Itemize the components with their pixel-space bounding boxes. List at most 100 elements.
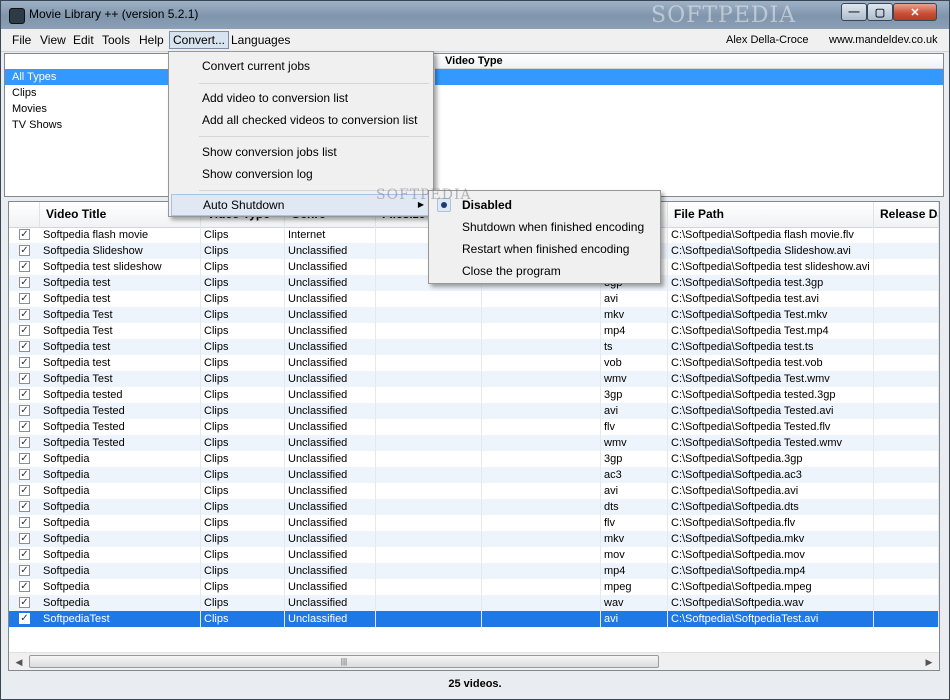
row-checkbox[interactable]: ✓ bbox=[19, 245, 30, 256]
cell-empty bbox=[482, 355, 601, 371]
cell-release-date bbox=[874, 563, 939, 579]
cell-file-path: C:\Softpedia\Softpedia.3gp bbox=[668, 451, 874, 467]
horizontal-scrollbar[interactable]: ◀ ||| ▶ bbox=[9, 652, 939, 670]
cell-extension: wmv bbox=[601, 435, 668, 451]
cell-file-path: C:\Softpedia\Softpedia test.3gp bbox=[668, 275, 874, 291]
cell-release-date bbox=[874, 419, 939, 435]
table-row[interactable]: ✓ Softpedia Tested Clips Unclassified avi C:\… bbox=[9, 403, 939, 419]
row-checkbox[interactable]: ✓ bbox=[19, 453, 30, 464]
cell-file-path: C:\Softpedia\Softpedia flash movie.flv bbox=[668, 227, 874, 243]
row-checkbox[interactable]: ✓ bbox=[19, 533, 30, 544]
type-item-tv-shows[interactable]: TV Shows bbox=[5, 117, 170, 133]
row-checkbox[interactable]: ✓ bbox=[19, 341, 30, 352]
col-release-date[interactable]: Release Date bbox=[874, 202, 939, 227]
cell-type: Clips bbox=[201, 531, 285, 547]
row-checkbox[interactable]: ✓ bbox=[19, 581, 30, 592]
video-type-selected-row[interactable] bbox=[435, 69, 943, 85]
menu-tools[interactable]: Tools bbox=[99, 31, 133, 49]
row-checkbox[interactable]: ✓ bbox=[19, 565, 30, 576]
table-row[interactable]: ✓ Softpedia Clips Unclassified ac3 C:\Softped… bbox=[9, 467, 939, 483]
menu-show-conversion-log[interactable]: Show conversion log bbox=[171, 163, 431, 185]
menu-edit[interactable]: Edit bbox=[70, 31, 97, 49]
menu-add-all-checked[interactable]: Add all checked videos to conversion lis… bbox=[171, 109, 431, 131]
menu-view[interactable]: View bbox=[37, 31, 69, 49]
menu-convert[interactable]: Convert... bbox=[169, 31, 230, 49]
cell-extension: wmv bbox=[601, 371, 668, 387]
table-row[interactable]: ✓ Softpedia Clips Unclassified 3gp C:\Softped… bbox=[9, 451, 939, 467]
shutdown-option-shutdown[interactable]: Shutdown when finished encoding bbox=[431, 216, 658, 238]
row-checkbox[interactable]: ✓ bbox=[19, 389, 30, 400]
scroll-right-icon[interactable]: ▶ bbox=[921, 654, 937, 670]
row-checkbox[interactable]: ✓ bbox=[19, 421, 30, 432]
table-row[interactable]: ✓ Softpedia Test Clips Unclassified mkv C:\So… bbox=[9, 307, 939, 323]
table-row[interactable]: ✓ Softpedia Test Clips Unclassified wmv C:\So… bbox=[9, 371, 939, 387]
cell-filesize bbox=[376, 611, 482, 627]
table-row[interactable]: ✓ Softpedia Tested Clips Unclassified wmv C:\… bbox=[9, 435, 939, 451]
cell-genre: Unclassified bbox=[285, 611, 376, 627]
cell-filesize bbox=[376, 323, 482, 339]
type-item-all[interactable]: All Types bbox=[5, 69, 170, 85]
menu-add-video-to-list[interactable]: Add video to conversion list bbox=[171, 87, 431, 109]
menu-file[interactable]: File bbox=[9, 31, 34, 49]
row-checkbox[interactable]: ✓ bbox=[19, 229, 30, 240]
scroll-thumb[interactable]: ||| bbox=[29, 655, 659, 668]
video-type-list[interactable]: All Types Clips Movies TV Shows bbox=[5, 54, 170, 196]
table-row[interactable]: ✓ Softpedia Clips Unclassified mkv C:\Softped… bbox=[9, 531, 939, 547]
table-row[interactable]: ✓ Softpedia Test Clips Unclassified mp4 C:\So… bbox=[9, 323, 939, 339]
cell-extension: 3gp bbox=[601, 451, 668, 467]
row-checkbox[interactable]: ✓ bbox=[19, 309, 30, 320]
table-row[interactable]: ✓ Softpedia Clips Unclassified mov C:\Softped… bbox=[9, 547, 939, 563]
cell-title: Softpedia tested bbox=[40, 387, 201, 403]
row-checkbox[interactable]: ✓ bbox=[19, 277, 30, 288]
row-checkbox[interactable]: ✓ bbox=[19, 261, 30, 272]
title-bar[interactable]: Movie Library ++ (version 5.2.1) SOFTPED… bbox=[1, 1, 949, 29]
close-button[interactable]: ✕ bbox=[893, 3, 937, 21]
row-checkbox[interactable]: ✓ bbox=[19, 373, 30, 384]
minimize-button[interactable]: — bbox=[841, 3, 867, 21]
table-row[interactable]: ✓ Softpedia Clips Unclassified wav C:\Softped… bbox=[9, 595, 939, 611]
row-checkbox[interactable]: ✓ bbox=[19, 437, 30, 448]
row-checkbox[interactable]: ✓ bbox=[19, 597, 30, 608]
row-checkbox[interactable]: ✓ bbox=[19, 517, 30, 528]
cell-file-path: C:\Softpedia\Softpedia.wav bbox=[668, 595, 874, 611]
table-row[interactable]: ✓ Softpedia Clips Unclassified mp4 C:\Softped… bbox=[9, 563, 939, 579]
cell-empty bbox=[482, 291, 601, 307]
row-checkbox[interactable]: ✓ bbox=[19, 549, 30, 560]
shutdown-option-restart[interactable]: Restart when finished encoding bbox=[431, 238, 658, 260]
table-row[interactable]: ✓ Softpedia test Clips Unclassified avi C:\So… bbox=[9, 291, 939, 307]
row-checkbox[interactable]: ✓ bbox=[19, 325, 30, 336]
row-checkbox[interactable]: ✓ bbox=[19, 469, 30, 480]
menu-help[interactable]: Help bbox=[136, 31, 167, 49]
table-row[interactable]: ✓ SoftpediaTest Clips Unclassified avi C:\Sof… bbox=[9, 611, 939, 627]
row-checkbox[interactable]: ✓ bbox=[19, 501, 30, 512]
table-row[interactable]: ✓ Softpedia Clips Unclassified dts C:\Softped… bbox=[9, 499, 939, 515]
table-row[interactable]: ✓ Softpedia Clips Unclassified mpeg C:\Softpe… bbox=[9, 579, 939, 595]
table-row[interactable]: ✓ Softpedia Clips Unclassified flv C:\Softped… bbox=[9, 515, 939, 531]
menu-languages[interactable]: Languages bbox=[228, 31, 293, 49]
video-count: 25 videos. bbox=[448, 678, 502, 690]
row-checkbox[interactable]: ✓ bbox=[19, 357, 30, 368]
video-type-header[interactable]: Video Type bbox=[435, 54, 943, 69]
table-row[interactable]: ✓ Softpedia test Clips Unclassified ts C:\Sof… bbox=[9, 339, 939, 355]
scroll-left-icon[interactable]: ◀ bbox=[11, 654, 27, 670]
table-row[interactable]: ✓ Softpedia Tested Clips Unclassified flv C:\… bbox=[9, 419, 939, 435]
table-row[interactable]: ✓ Softpedia test Clips Unclassified vob C:\So… bbox=[9, 355, 939, 371]
row-checkbox[interactable]: ✓ bbox=[19, 485, 30, 496]
menu-convert-current-jobs[interactable]: Convert current jobs bbox=[171, 55, 431, 77]
menu-show-jobs-list[interactable]: Show conversion jobs list bbox=[171, 141, 431, 163]
cell-title: Softpedia bbox=[40, 547, 201, 563]
website-link[interactable]: www.mandeldev.co.uk bbox=[829, 31, 938, 49]
type-item-clips[interactable]: Clips bbox=[5, 85, 170, 101]
row-checkbox[interactable]: ✓ bbox=[19, 293, 30, 304]
col-check[interactable] bbox=[9, 202, 40, 227]
table-row[interactable]: ✓ Softpedia tested Clips Unclassified 3gp C:\… bbox=[9, 387, 939, 403]
row-checkbox[interactable]: ✓ bbox=[19, 405, 30, 416]
maximize-button[interactable]: ▢ bbox=[867, 3, 893, 21]
table-row[interactable]: ✓ Softpedia Clips Unclassified avi C:\Softped… bbox=[9, 483, 939, 499]
row-checkbox[interactable]: ✓ bbox=[19, 613, 30, 624]
col-file-path[interactable]: File Path bbox=[668, 202, 874, 227]
type-item-movies[interactable]: Movies bbox=[5, 101, 170, 117]
cell-type: Clips bbox=[201, 371, 285, 387]
cell-file-path: C:\Softpedia\Softpedia Test.mp4 bbox=[668, 323, 874, 339]
shutdown-option-close[interactable]: Close the program bbox=[431, 260, 658, 282]
